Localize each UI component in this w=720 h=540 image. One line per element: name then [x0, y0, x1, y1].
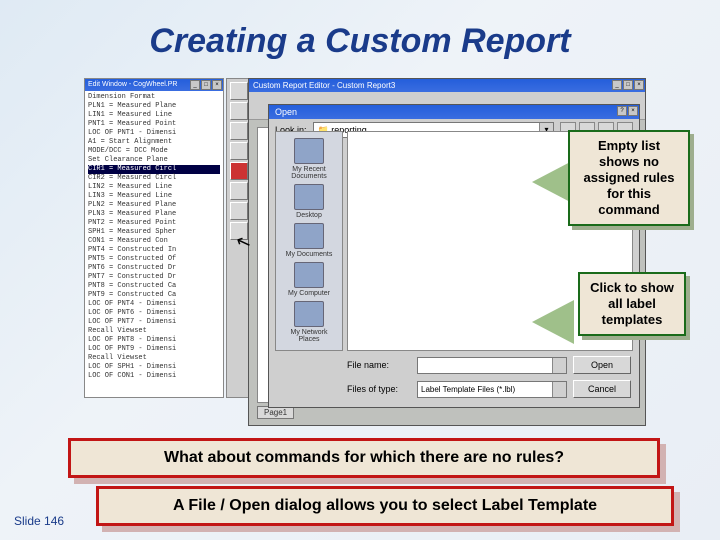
- filter-combo[interactable]: Label Template Files (*.lbl): [417, 381, 567, 398]
- tool-pointer-icon[interactable]: [230, 82, 248, 100]
- arrow-click-show-icon: [532, 300, 574, 344]
- work-area: Edit Window - CogWheel.PR _ □ × Dimensio…: [84, 78, 646, 428]
- edit-line[interactable]: PNT4 = Constructed In: [88, 246, 220, 255]
- edit-window: Edit Window - CogWheel.PR _ □ × Dimensio…: [84, 78, 224, 398]
- edit-window-body: Dimension FormatPLN1 = Measured PlaneLIN…: [85, 91, 223, 383]
- open-help-button[interactable]: ?: [617, 106, 627, 116]
- filter-dropdown-icon[interactable]: [552, 382, 566, 397]
- open-dialog-titlebar: Open ? ×: [269, 105, 639, 119]
- places-item[interactable]: My Network Places: [281, 301, 337, 343]
- callout-empty-list: Empty list shows no assigned rules for t…: [568, 130, 690, 226]
- edit-line[interactable]: PNT2 = Measured Point: [88, 219, 220, 228]
- tool-a-icon[interactable]: [230, 182, 248, 200]
- edit-window-title-text: Edit Window - CogWheel.PR: [88, 81, 177, 88]
- slide-number: Slide 146: [14, 514, 64, 528]
- places-label: Desktop: [281, 212, 337, 219]
- filename-label: File name:: [347, 360, 411, 370]
- places-item[interactable]: My Computer: [281, 262, 337, 297]
- tool-c-icon[interactable]: [230, 202, 248, 220]
- cre-title-text: Custom Report Editor - Custom Report3: [253, 81, 395, 90]
- places-item[interactable]: My Recent Documents: [281, 138, 337, 180]
- edit-line[interactable]: Set Clearance Plane: [88, 156, 220, 165]
- filter-value: Label Template Files (*.lbl): [418, 385, 515, 394]
- cre-minimize-button[interactable]: _: [612, 80, 622, 90]
- maximize-button[interactable]: □: [201, 80, 211, 90]
- edit-line[interactable]: LIN1 = Measured Line: [88, 111, 220, 120]
- places-bar: My Recent Documents Desktop My Documents My…: [275, 131, 343, 351]
- callout-click-show: Click to show all label templates: [578, 272, 686, 336]
- edit-line[interactable]: PLN2 = Measured Plane: [88, 201, 220, 210]
- slide-title: Creating a Custom Report: [0, 22, 720, 61]
- places-label: My Computer: [281, 290, 337, 297]
- places-label: My Recent Documents: [281, 166, 337, 180]
- open-dialog-title-text: Open: [275, 107, 297, 117]
- edit-line[interactable]: LOC OF SPH1 - Dimensi: [88, 363, 220, 372]
- cancel-button[interactable]: Cancel: [573, 380, 631, 398]
- tool-line-icon[interactable]: [230, 102, 248, 120]
- edit-line[interactable]: Recall Viewset: [88, 354, 220, 363]
- edit-line[interactable]: LIN3 = Measured Line: [88, 192, 220, 201]
- edit-line[interactable]: CIR1 = Measured Circl: [88, 165, 220, 174]
- filter-label: Files of type:: [347, 384, 411, 394]
- edit-line[interactable]: SPH1 = Measured Spher: [88, 228, 220, 237]
- close-button[interactable]: ×: [212, 80, 222, 90]
- edit-line[interactable]: PNT6 = Constructed Dr: [88, 264, 220, 273]
- open-close-button[interactable]: ×: [628, 106, 638, 116]
- cre-maximize-button[interactable]: □: [623, 80, 633, 90]
- cre-close-button[interactable]: ×: [634, 80, 644, 90]
- minimize-button[interactable]: _: [190, 80, 200, 90]
- filename-dropdown-icon[interactable]: [552, 358, 566, 373]
- edit-line[interactable]: PNT1 = Measured Point: [88, 120, 220, 129]
- edit-line[interactable]: PNT9 = Constructed Ca: [88, 291, 220, 300]
- edit-line[interactable]: PNT7 = Constructed Dr: [88, 273, 220, 282]
- redbox-question: What about commands for which there are …: [68, 438, 660, 478]
- cre-titlebar: Custom Report Editor - Custom Report3 _ …: [249, 79, 645, 92]
- edit-line[interactable]: CIR2 = Measured Circl: [88, 174, 220, 183]
- edit-line[interactable]: LOC OF PNT8 - Dimensi: [88, 336, 220, 345]
- tool-circle-icon[interactable]: [230, 122, 248, 140]
- edit-line[interactable]: A1 = Start Alignment: [88, 138, 220, 147]
- redbox-answer: A File / Open dialog allows you to selec…: [96, 486, 674, 526]
- edit-line[interactable]: LOC OF PNT6 - Dimensi: [88, 309, 220, 318]
- edit-line[interactable]: LOC OF CON1 - Dimensi: [88, 372, 220, 381]
- filename-field[interactable]: [417, 357, 567, 374]
- tool-image-icon[interactable]: [230, 142, 248, 160]
- edit-line[interactable]: LOC OF PNT1 - Dimensi: [88, 129, 220, 138]
- places-label: My Network Places: [281, 329, 337, 343]
- edit-line[interactable]: LOC OF PNT4 - Dimensi: [88, 300, 220, 309]
- edit-line[interactable]: Recall Viewset: [88, 327, 220, 336]
- places-item[interactable]: Desktop: [281, 184, 337, 219]
- edit-line[interactable]: PLN1 = Measured Plane: [88, 102, 220, 111]
- places-folder-icon: [294, 184, 324, 210]
- places-folder-icon: [294, 262, 324, 288]
- open-button[interactable]: Open: [573, 356, 631, 374]
- edit-line[interactable]: PLN3 = Measured Plane: [88, 210, 220, 219]
- places-folder-icon: [294, 301, 324, 327]
- cre-menubar: [249, 92, 645, 104]
- edit-line[interactable]: PNT8 = Constructed Ca: [88, 282, 220, 291]
- edit-line[interactable]: LIN2 = Measured Line: [88, 183, 220, 192]
- edit-line[interactable]: LOC OF PNT7 - Dimensi: [88, 318, 220, 327]
- edit-line[interactable]: PNT5 = Constructed Of: [88, 255, 220, 264]
- edit-line[interactable]: CON1 = Measured Con: [88, 237, 220, 246]
- tool-red-icon[interactable]: [230, 162, 248, 180]
- edit-line[interactable]: Dimension Format: [88, 93, 220, 102]
- edit-line[interactable]: MODE/DCC = DCC Mode: [88, 147, 220, 156]
- places-label: My Documents: [281, 251, 337, 258]
- places-folder-icon: [294, 138, 324, 164]
- places-folder-icon: [294, 223, 324, 249]
- edit-window-titlebar: Edit Window - CogWheel.PR _ □ ×: [85, 79, 223, 91]
- edit-line[interactable]: LOC OF PNT9 - Dimensi: [88, 345, 220, 354]
- places-item[interactable]: My Documents: [281, 223, 337, 258]
